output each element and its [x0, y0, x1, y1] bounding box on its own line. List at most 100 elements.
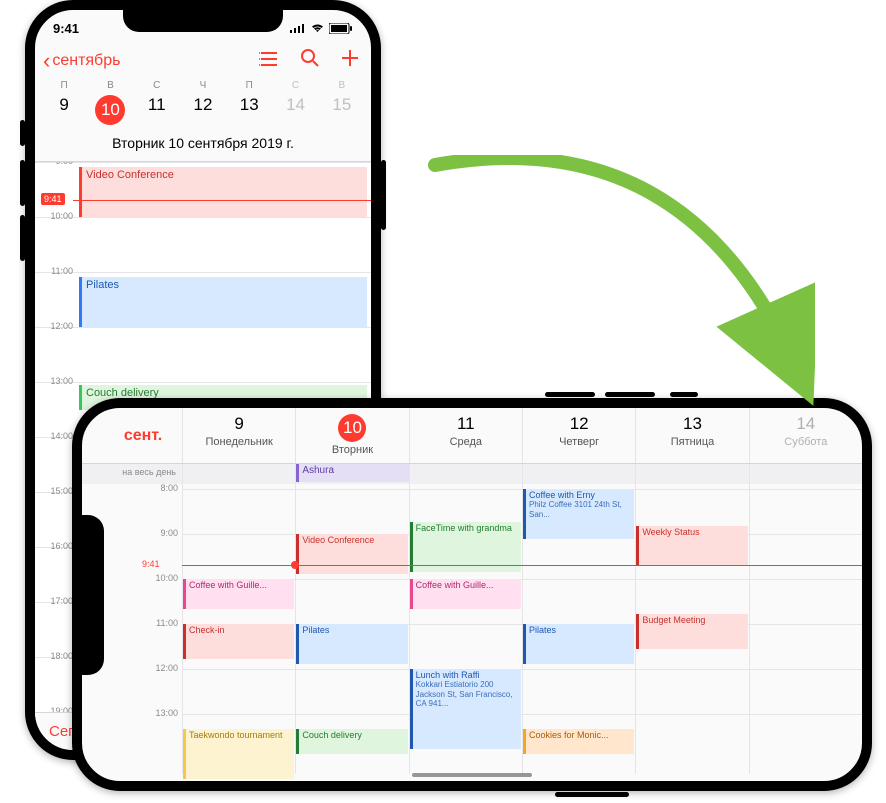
cellular-icon	[290, 23, 306, 33]
calendar-event[interactable]: Weekly Status	[636, 526, 747, 566]
weekday-label: В	[319, 80, 365, 91]
hour-label: 14:00	[39, 431, 73, 441]
day-number: 14	[272, 95, 318, 115]
hour-label: 12:00	[140, 663, 178, 673]
hour-label: 9:00	[140, 528, 178, 538]
day-number: 14	[750, 414, 862, 434]
day-number: 13	[226, 95, 272, 115]
calendar-event[interactable]: Cookies for Monic...	[523, 729, 634, 754]
day-number: 12	[523, 414, 635, 434]
day-column[interactable]: 13 Пятница	[635, 408, 748, 463]
calendar-event[interactable]: Pilates	[296, 624, 407, 664]
weekday-label: П	[226, 80, 272, 91]
weekday-label: С	[134, 80, 180, 91]
hour-label: 9:00	[39, 162, 73, 166]
notch	[123, 10, 283, 32]
calendar-event[interactable]: Video Conference	[79, 167, 367, 217]
allday-event[interactable]: Ashura	[296, 464, 408, 482]
allday-cell[interactable]: Ashura	[295, 464, 408, 484]
notch	[82, 515, 104, 675]
back-label: сентябрь	[52, 52, 120, 70]
date-title: Вторник 10 сентября 2019 г.	[35, 125, 371, 162]
weekday-label: В	[87, 80, 133, 91]
battery-icon	[329, 23, 353, 34]
now-indicator	[182, 565, 862, 566]
calendar-event[interactable]: Coffee with Guille...	[410, 579, 521, 609]
allday-cell[interactable]	[522, 464, 635, 484]
now-time-label: 9:41	[41, 193, 65, 205]
status-time: 9:41	[53, 21, 79, 36]
weekday-label: Суббота	[750, 436, 862, 448]
day-column[interactable]: С 14	[272, 80, 318, 125]
hour-label: 11:00	[140, 618, 178, 628]
calendar-event[interactable]: Couch delivery	[296, 729, 407, 754]
day-column[interactable]: 9 Понедельник	[182, 408, 295, 463]
list-view-icon[interactable]	[259, 50, 279, 73]
add-icon[interactable]	[341, 49, 359, 73]
hour-label: 11:00	[39, 266, 73, 276]
hour-label: 16:00	[39, 541, 73, 551]
hour-label: 10:00	[39, 211, 73, 221]
day-number: 10	[95, 95, 125, 125]
day-column[interactable]: П 13	[226, 80, 272, 125]
now-time-label: 9:41	[142, 559, 160, 569]
hour-label: 10:00	[140, 573, 178, 583]
day-column[interactable]: В 15	[319, 80, 365, 125]
day-number: 9	[183, 414, 295, 434]
calendar-event[interactable]: Check-in	[183, 624, 294, 659]
weekday-label: Ч	[180, 80, 226, 91]
day-column[interactable]: 12 Четверг	[522, 408, 635, 463]
day-column[interactable]: 10 Вторник	[295, 408, 408, 463]
hour-label: 13:00	[39, 376, 73, 386]
week-header-landscape: сент. 9 Понедельник 10 Вторник11 Среда12 Четв…	[82, 408, 862, 464]
weekday-label: Вторник	[296, 444, 408, 456]
nav-bar: ‹ сентябрь	[35, 42, 371, 78]
hour-label: 8:00	[140, 483, 178, 493]
week-grid[interactable]: 8:009:0010:0011:0012:0013:00Taekwondo to…	[82, 484, 862, 774]
day-number: 11	[410, 414, 522, 434]
day-column[interactable]: 14 Суббота	[749, 408, 862, 463]
allday-cell[interactable]	[182, 464, 295, 484]
day-number: 13	[636, 414, 748, 434]
allday-row: на весь день Ashura	[82, 464, 862, 484]
day-column[interactable]: С11	[134, 80, 180, 125]
calendar-event[interactable]: Video Conference	[296, 534, 407, 574]
weekday-label: Среда	[410, 436, 522, 448]
allday-cell[interactable]	[409, 464, 522, 484]
calendar-event[interactable]: Pilates	[79, 277, 367, 327]
back-button[interactable]: ‹ сентябрь	[43, 48, 120, 74]
hour-label: 15:00	[39, 486, 73, 496]
day-column[interactable]: Ч 12	[180, 80, 226, 125]
day-number: 12	[180, 95, 226, 115]
weekday-label: С	[272, 80, 318, 91]
hour-label: 12:00	[39, 321, 73, 331]
calendar-event[interactable]: Taekwondo tournament	[183, 729, 294, 779]
day-column[interactable]: П9	[41, 80, 87, 125]
day-number: 10	[338, 414, 366, 442]
now-indicator	[73, 200, 371, 201]
search-icon[interactable]	[301, 49, 319, 73]
hour-label: 18:00	[39, 651, 73, 661]
calendar-event[interactable]: Budget Meeting	[636, 614, 747, 649]
home-indicator	[412, 773, 532, 777]
month-button[interactable]: сент.	[82, 408, 182, 463]
weekday-label: Четверг	[523, 436, 635, 448]
weekday-label: Понедельник	[183, 436, 295, 448]
weekday-label: П	[41, 80, 87, 91]
calendar-event[interactable]: Pilates	[523, 624, 634, 664]
wifi-icon	[310, 23, 325, 33]
week-header: П9В10С11Ч12П13С14В15	[35, 78, 371, 125]
allday-cell[interactable]	[749, 464, 862, 484]
hour-label: 17:00	[39, 596, 73, 606]
allday-cell[interactable]	[635, 464, 748, 484]
weekday-label: Пятница	[636, 436, 748, 448]
day-number: 9	[41, 95, 87, 115]
day-column[interactable]: 11 Среда	[409, 408, 522, 463]
calendar-event[interactable]: Lunch with RaffiKokkari Estiatorio 200 J…	[410, 669, 521, 749]
day-column[interactable]: В 10	[87, 80, 133, 125]
calendar-event[interactable]: Coffee with Guille...	[183, 579, 294, 609]
phone-landscape: сент. 9 Понедельник 10 Вторник11 Среда12 Четв…	[72, 398, 872, 791]
hour-label: 13:00	[140, 708, 178, 718]
calendar-event[interactable]: Coffee with ErnyPhilz Coffee 3101 24th S…	[523, 489, 634, 539]
day-number: 15	[319, 95, 365, 115]
